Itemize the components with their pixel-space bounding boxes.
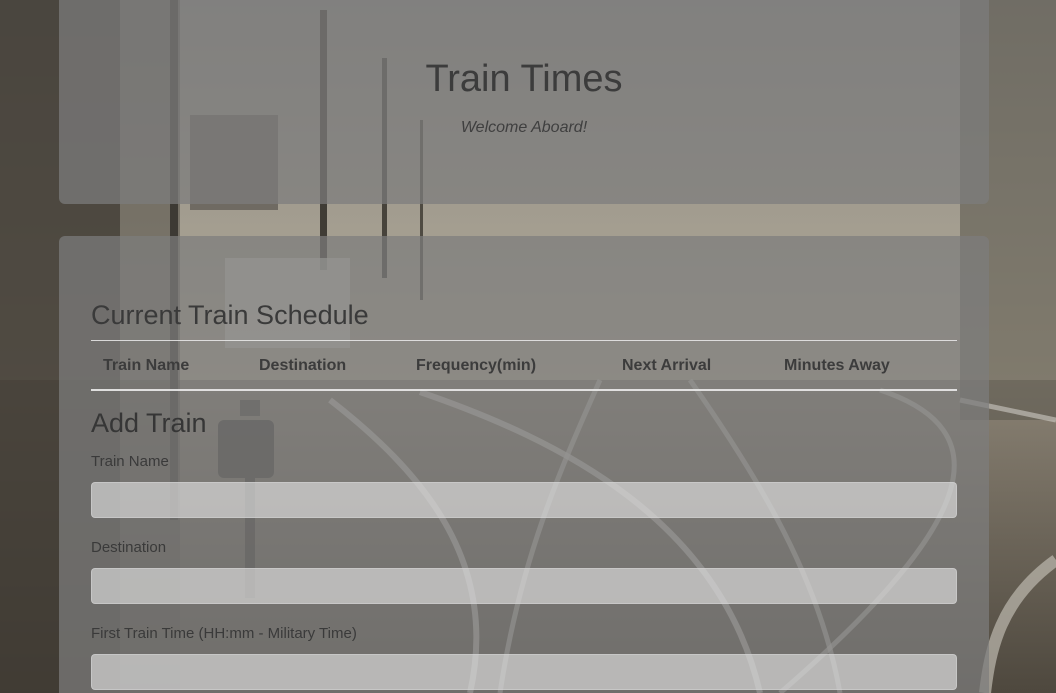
column-header-minutes-away: Minutes Away <box>784 357 890 374</box>
train-name-input[interactable] <box>91 482 957 518</box>
header-panel: Train Times Welcome Aboard! <box>59 0 989 204</box>
train-name-label: Train Name <box>91 453 169 470</box>
schedule-heading: Current Train Schedule <box>91 300 369 330</box>
first-train-time-label: First Train Time (HH:mm - Military Time) <box>91 625 357 642</box>
column-header-frequency: Frequency(min) <box>416 357 537 374</box>
destination-label: Destination <box>91 539 167 556</box>
page-subtitle: Welcome Aboard! <box>460 119 588 136</box>
first-train-time-input[interactable] <box>91 654 957 690</box>
table-header-divider <box>91 389 957 391</box>
column-header-train-name: Train Name <box>103 357 190 374</box>
main-panel: Current Train Schedule Train Name Destin… <box>59 236 989 693</box>
column-header-next-arrival: Next Arrival <box>622 357 712 374</box>
page-title: Train Times <box>425 58 623 100</box>
destination-input[interactable] <box>91 568 957 604</box>
column-header-destination: Destination <box>259 357 347 374</box>
table-top-divider <box>91 340 957 341</box>
add-train-heading: Add Train <box>91 408 207 438</box>
